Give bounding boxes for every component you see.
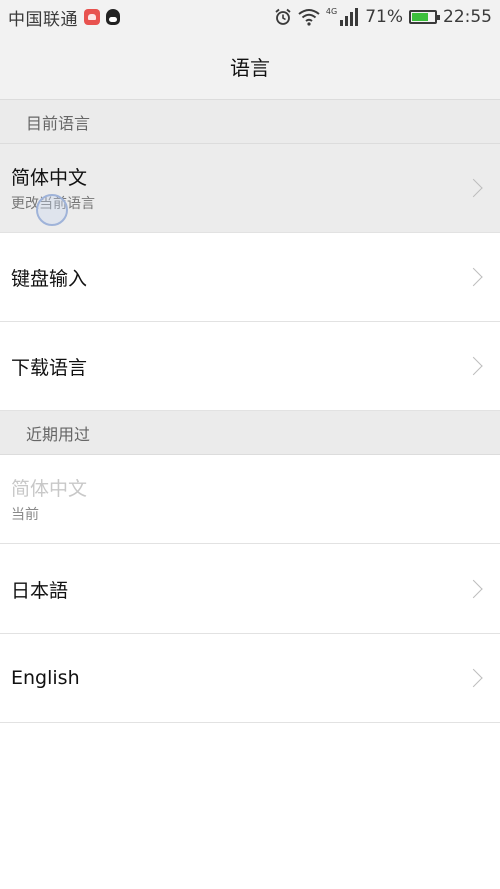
status-bar-left: 中国联通 bbox=[8, 5, 120, 30]
recent-language-row-english[interactable]: English bbox=[0, 634, 500, 723]
page-title: 语言 bbox=[230, 56, 270, 80]
status-bar: 中国联通 4G 71% 22:55 bbox=[0, 0, 500, 34]
row-label: English bbox=[11, 667, 80, 689]
wifi-icon bbox=[298, 9, 320, 26]
row-text: English bbox=[11, 667, 80, 689]
row-label: 简体中文 bbox=[11, 478, 88, 500]
title-bar: 语言 bbox=[0, 34, 500, 100]
huawei-app-icon bbox=[84, 9, 100, 25]
row-label: 简体中文 bbox=[11, 167, 88, 189]
qq-icon bbox=[106, 9, 120, 25]
current-language-row[interactable]: 简体中文 更改当前语言 bbox=[0, 144, 500, 233]
battery-fill bbox=[412, 13, 428, 21]
chevron-right-icon bbox=[464, 579, 483, 599]
section-header-recently-used: 近期用过 bbox=[0, 411, 500, 455]
row-text: 下载语言 bbox=[11, 353, 87, 380]
chevron-right-icon bbox=[464, 356, 483, 376]
chevron-right-icon bbox=[464, 668, 483, 688]
battery-percent: 71% bbox=[365, 7, 403, 27]
keyboard-input-row[interactable]: 键盘输入 bbox=[0, 233, 500, 322]
chevron-right-icon bbox=[464, 267, 483, 287]
clock: 22:55 bbox=[443, 7, 492, 27]
carrier-name: 中国联通 bbox=[8, 9, 78, 30]
row-text: 简体中文 当前 bbox=[11, 474, 87, 524]
row-label: 键盘输入 bbox=[11, 267, 88, 290]
signal-icon bbox=[340, 8, 359, 26]
row-label: 日本語 bbox=[11, 579, 69, 602]
recent-language-row-japanese[interactable]: 日本語 bbox=[0, 545, 500, 634]
chevron-right-icon bbox=[464, 178, 483, 198]
status-bar-right: 4G 71% 22:55 bbox=[274, 7, 492, 27]
row-label: 下载语言 bbox=[11, 356, 88, 379]
alarm-icon bbox=[275, 8, 291, 25]
row-sublabel: 当前 bbox=[11, 507, 39, 523]
battery-charging-icon bbox=[409, 10, 440, 24]
row-text: 日本語 bbox=[11, 576, 68, 603]
network-type-label: 4G bbox=[325, 6, 338, 16]
row-text: 键盘输入 bbox=[11, 264, 87, 291]
section-header-current-language: 目前语言 bbox=[0, 100, 500, 144]
touch-indicator bbox=[36, 194, 68, 226]
download-languages-row[interactable]: 下载语言 bbox=[0, 322, 500, 411]
recent-language-row-current: 简体中文 当前 bbox=[0, 455, 500, 544]
language-settings-screen: 中国联通 4G 71% 22:55 语言 目前语言 简体中文 更改当前语言 键盘… bbox=[0, 0, 500, 889]
